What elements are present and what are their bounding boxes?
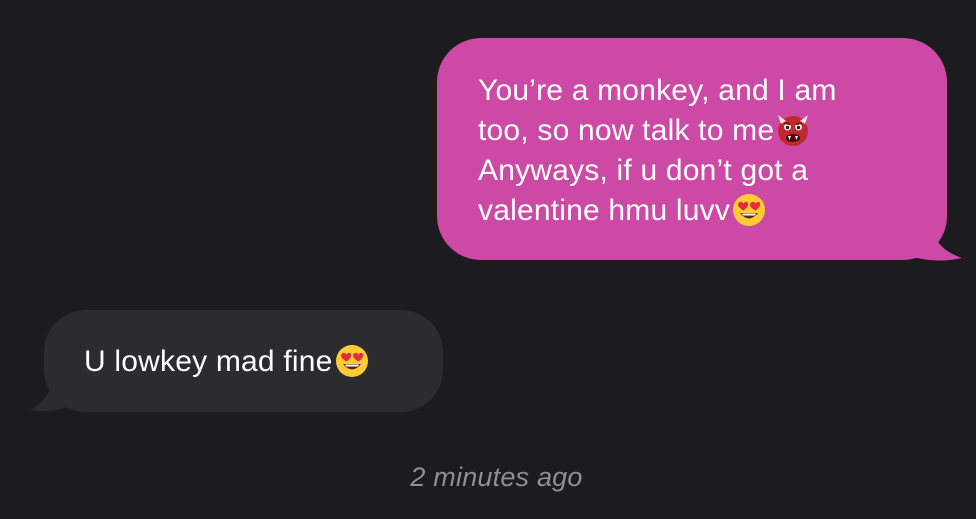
incoming-message-line: U lowkey mad fine [84,342,423,382]
outgoing-message-line: valentine hmu luvv [478,191,917,231]
heart-eyes-emoji-icon [335,345,368,377]
message-timestamp: 2 minutes ago [410,462,583,492]
incoming-message-bubble[interactable]: U lowkey mad fine [44,310,443,412]
outgoing-message-line: You’re a monkey, and I am [478,74,837,107]
outgoing-message-bubble[interactable]: You’re a monkey, and I am too, so now ta… [437,38,947,260]
outgoing-message-line: Anyways, if u don’t got a [478,154,809,187]
message-thread: You’re a monkey, and I am too, so now ta… [0,0,976,519]
outgoing-message-line: too, so now talk to me [478,111,917,151]
ogre-emoji-icon [778,115,809,146]
heart-eyes-emoji-icon [733,194,766,226]
